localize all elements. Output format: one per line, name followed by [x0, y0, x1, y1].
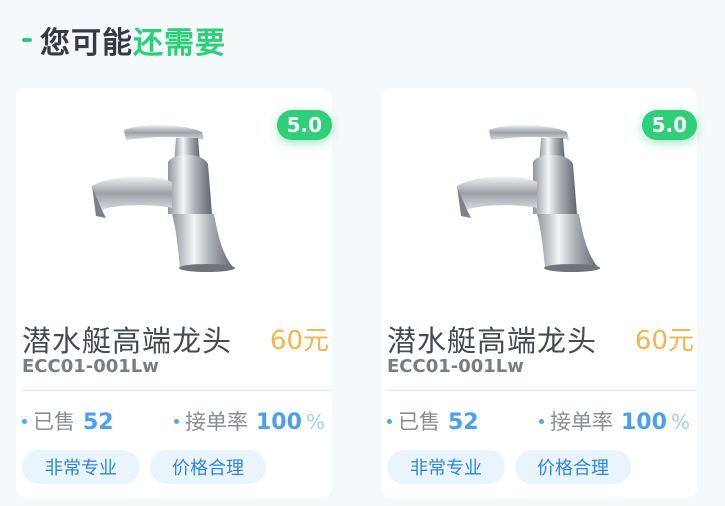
divider — [387, 390, 697, 391]
faucet-icon — [457, 124, 600, 272]
tag-reasonable-price[interactable]: 价格合理 — [515, 450, 631, 484]
tag-reasonable-price[interactable]: 价格合理 — [150, 450, 266, 484]
rate-label: 接单率 — [550, 410, 613, 434]
rating-badge: 5.0 — [641, 110, 697, 140]
dot-icon — [387, 419, 392, 424]
sold-value: 52 — [83, 410, 114, 435]
product-code: ECC01-001Lw — [387, 356, 524, 377]
faucet-icon — [92, 124, 235, 272]
section-title-dark: 您可能 — [40, 26, 133, 61]
sold-value: 52 — [448, 410, 479, 435]
rate-value: 100 — [256, 410, 302, 435]
product-card[interactable]: 5.0 潜水艇高端龙头 60元 ECC01-001Lw 已售 52 接单率 10… — [381, 88, 697, 498]
sold-stat: 已售 52 — [22, 406, 114, 436]
rating-badge: 5.0 — [276, 110, 332, 140]
product-name[interactable]: 潜水艇高端龙头 — [22, 318, 232, 360]
tag-professional[interactable]: 非常专业 — [387, 450, 505, 484]
section-title-accent: 还需要 — [133, 26, 226, 61]
dot-icon — [22, 419, 27, 424]
sold-label: 已售 — [33, 410, 75, 434]
product-card[interactable]: 5.0 潜水艇高端龙头 60元 ECC01-001Lw 已售 52 接单率 10… — [16, 88, 332, 498]
header-dash-icon — [22, 38, 32, 42]
divider — [22, 390, 332, 391]
rate-unit: % — [305, 410, 325, 434]
product-price: 60元 — [269, 326, 329, 356]
rate-stat: 接单率 100 % — [174, 406, 325, 436]
tag-professional[interactable]: 非常专业 — [22, 450, 140, 484]
sold-label: 已售 — [398, 410, 440, 434]
section-header: 您可能还需要 — [22, 22, 226, 61]
section-title: 您可能还需要 — [40, 18, 226, 62]
rate-unit: % — [670, 410, 690, 434]
product-price: 60元 — [634, 326, 694, 356]
rate-stat: 接单率 100 % — [539, 406, 690, 436]
rate-label: 接单率 — [185, 410, 248, 434]
product-name[interactable]: 潜水艇高端龙头 — [387, 318, 597, 360]
product-code: ECC01-001Lw — [22, 356, 159, 377]
dot-icon — [539, 419, 544, 424]
sold-stat: 已售 52 — [387, 406, 479, 436]
rate-value: 100 — [621, 410, 667, 435]
dot-icon — [174, 419, 179, 424]
